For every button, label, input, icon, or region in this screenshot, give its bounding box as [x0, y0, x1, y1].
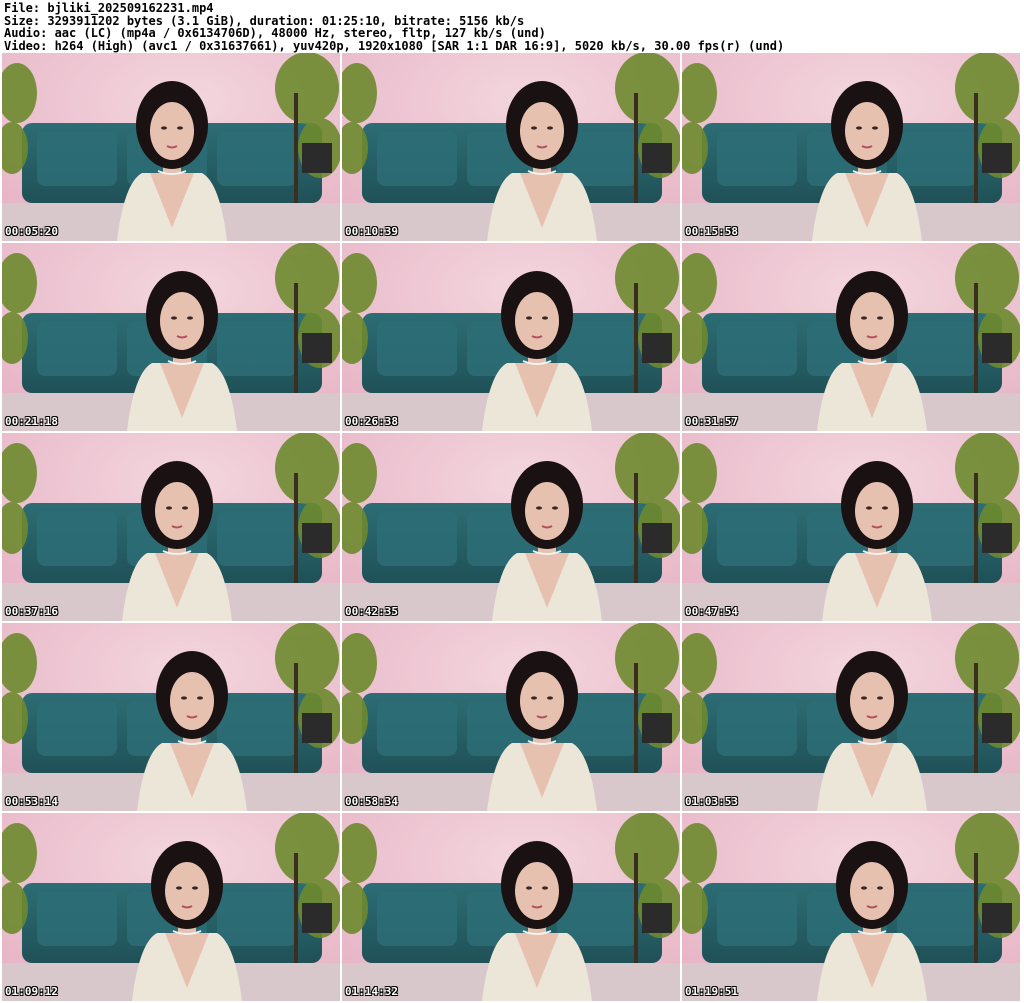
- video-thumbnail: 00:53:14: [2, 623, 340, 811]
- thumbnail-timestamp: 00:53:14: [5, 795, 58, 808]
- thumbnail-timestamp: 00:21:18: [5, 415, 58, 428]
- thumbnail-scene: [682, 433, 1020, 621]
- thumbnail-scene: [2, 433, 340, 621]
- thumbnail-scene: [342, 53, 680, 241]
- video-thumbnail: 00:15:58: [682, 53, 1020, 241]
- thumbnail-timestamp: 00:42:35: [345, 605, 398, 618]
- video-thumbnail: 00:21:18: [2, 243, 340, 431]
- video-thumbnail: 01:19:51: [682, 813, 1020, 1001]
- thumbnail-timestamp: 00:26:38: [345, 415, 398, 428]
- thumbnail-scene: [342, 433, 680, 621]
- video-thumbnail: 01:03:53: [682, 623, 1020, 811]
- thumbnail-grid: 00:05:20 00:10:39 00:15:58 00:21:18 00:2…: [2, 53, 1022, 1003]
- thumbnail-timestamp: 00:47:54: [685, 605, 738, 618]
- video-thumbnail: 00:37:16: [2, 433, 340, 621]
- video-thumbnail: 00:26:38: [342, 243, 680, 431]
- thumbnail-timestamp: 01:09:12: [5, 985, 58, 998]
- video-thumbnail: 00:42:35: [342, 433, 680, 621]
- thumbnail-timestamp: 00:58:34: [345, 795, 398, 808]
- audio-info-line: Audio: aac (LC) (mp4a / 0x6134706D), 480…: [4, 26, 546, 40]
- thumbnail-scene: [2, 243, 340, 431]
- thumbnail-timestamp: 01:14:32: [345, 985, 398, 998]
- video-thumbnail: 00:58:34: [342, 623, 680, 811]
- thumbnail-scene: [682, 813, 1020, 1001]
- video-thumbnail: 01:09:12: [2, 813, 340, 1001]
- video-thumbnail: 00:47:54: [682, 433, 1020, 621]
- thumbnail-timestamp: 00:15:58: [685, 225, 738, 238]
- file-info-header: File: bjliki_202509162231.mp4 Size: 3293…: [4, 2, 1020, 52]
- thumbnail-scene: [342, 623, 680, 811]
- video-thumbnail: 00:31:57: [682, 243, 1020, 431]
- video-thumbnail: 00:05:20: [2, 53, 340, 241]
- thumbnail-timestamp: 00:37:16: [5, 605, 58, 618]
- thumbnail-timestamp: 01:19:51: [685, 985, 738, 998]
- thumbnail-timestamp: 00:10:39: [345, 225, 398, 238]
- thumbnail-scene: [2, 53, 340, 241]
- thumbnail-timestamp: 00:05:20: [5, 225, 58, 238]
- thumbnail-scene: [682, 53, 1020, 241]
- thumbnail-scene: [2, 623, 340, 811]
- video-thumbnail: 00:10:39: [342, 53, 680, 241]
- thumbnail-timestamp: 01:03:53: [685, 795, 738, 808]
- thumbnail-scene: [682, 243, 1020, 431]
- thumbnail-scene: [2, 813, 340, 1001]
- thumbnail-scene: [682, 623, 1020, 811]
- thumbnail-timestamp: 00:31:57: [685, 415, 738, 428]
- thumbnail-scene: [342, 813, 680, 1001]
- video-thumbnail: 01:14:32: [342, 813, 680, 1001]
- thumbnail-scene: [342, 243, 680, 431]
- video-info-line: Video: h264 (High) (avc1 / 0x31637661), …: [4, 38, 785, 53]
- file-name-line: File: bjliki_202509162231.mp4: [4, 1, 214, 15]
